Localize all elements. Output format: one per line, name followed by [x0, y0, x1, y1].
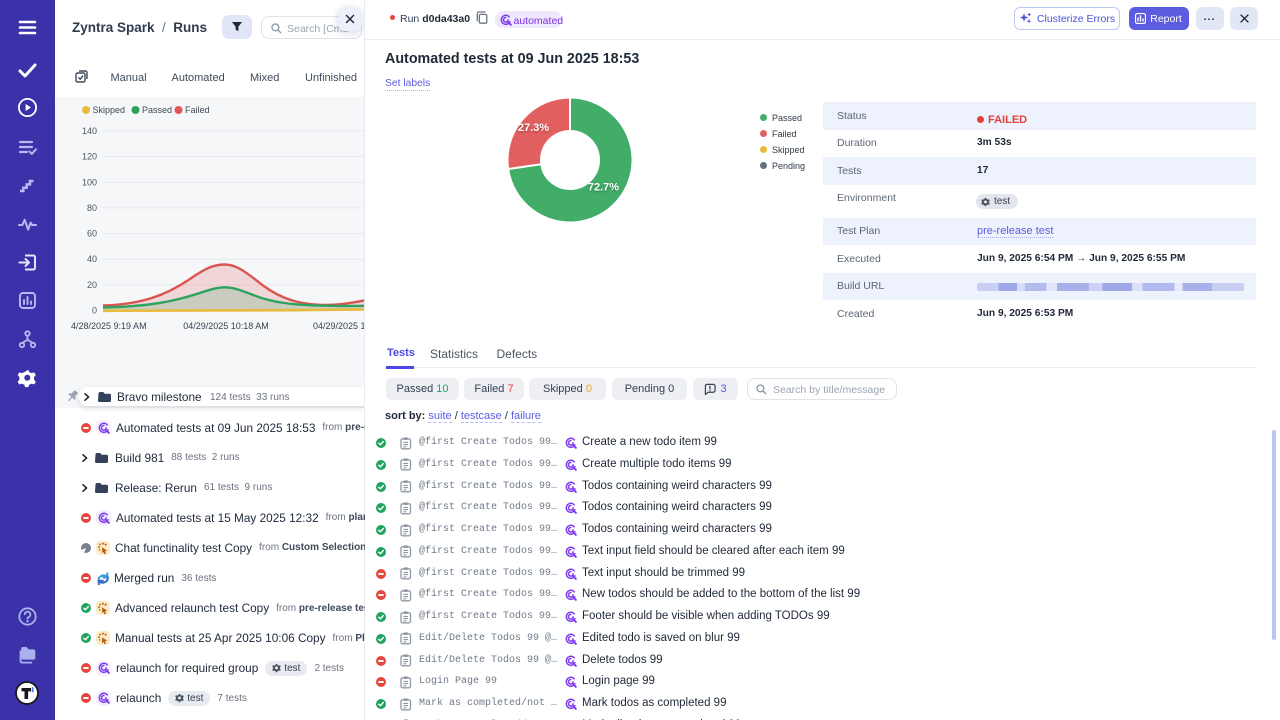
svg-text:27.3%: 27.3% — [518, 122, 549, 134]
svg-text:140: 140 — [82, 126, 97, 136]
svg-text:04/29/2025 10:18 AM: 04/29/2025 10:18 AM — [183, 321, 269, 331]
svg-text:Skipped: Skipped — [93, 105, 126, 115]
svg-text:4/28/2025 9:19 AM: 4/28/2025 9:19 AM — [71, 321, 147, 331]
svg-text:72.7%: 72.7% — [588, 182, 619, 194]
svg-text:0: 0 — [92, 306, 97, 316]
svg-text:120: 120 — [82, 152, 97, 162]
svg-text:60: 60 — [87, 229, 97, 239]
svg-text:Passed: Passed — [142, 105, 172, 115]
svg-text:40: 40 — [87, 254, 97, 264]
svg-text:20: 20 — [87, 280, 97, 290]
svg-text:Failed: Failed — [185, 105, 210, 115]
svg-text:04/29/2025 10: 04/29/2025 10 — [313, 321, 365, 331]
svg-text:100: 100 — [82, 177, 97, 187]
svg-text:80: 80 — [87, 203, 97, 213]
